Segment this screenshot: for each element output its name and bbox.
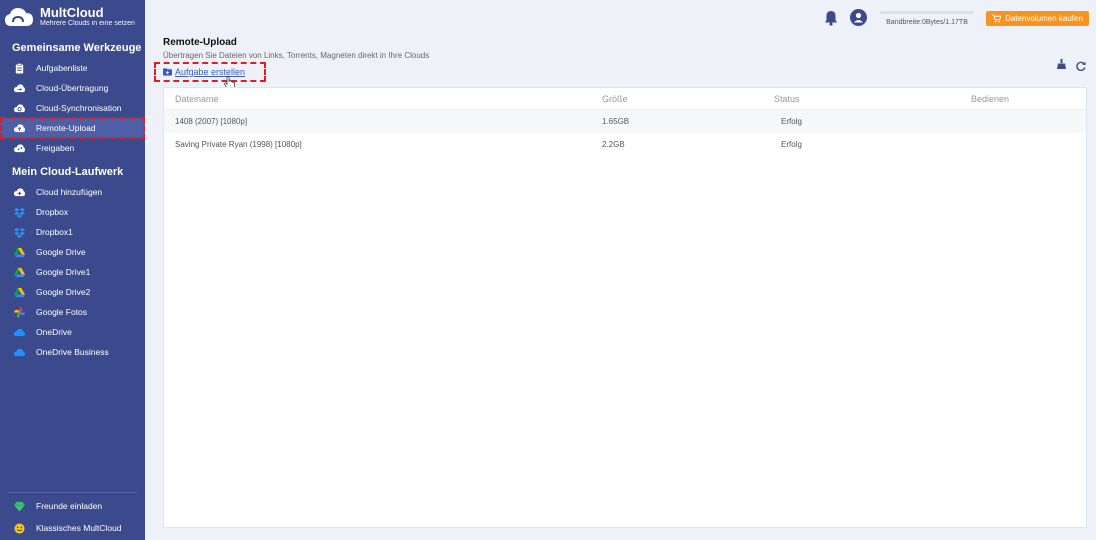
cloud-add-icon (13, 186, 25, 198)
sidebar-item-label: Cloud hinzufügen (36, 187, 103, 197)
sidebar-item-classic-multcloud[interactable]: Klassisches MultCloud (0, 518, 145, 538)
section-title-drive: Mein Cloud-Laufwerk (12, 166, 124, 178)
sidebar-item-cloud-add[interactable]: Cloud hinzufügen (0, 182, 145, 202)
sidebar-item-aufgabenliste[interactable]: Aufgabenliste (0, 58, 145, 78)
sidebar-item-label: Cloud-Synchronisation (36, 103, 122, 113)
sidebar-item-label: Google Drive (36, 247, 86, 257)
multcloud-logo-icon (4, 6, 34, 28)
diamond-icon (13, 500, 25, 512)
onedrive-icon (13, 346, 25, 358)
sidebar-item-onedrive-business[interactable]: OneDrive Business (0, 342, 145, 362)
col-header-size[interactable]: Größe (602, 94, 628, 104)
sidebar-item-label: Google Fotos (36, 307, 88, 317)
smiley-icon (13, 522, 25, 534)
sidebar-item-label: Remote-Upload (36, 123, 96, 133)
dropbox-icon (13, 206, 25, 218)
cloud-upload-icon (13, 122, 25, 134)
user-avatar-icon[interactable] (850, 9, 867, 31)
onedrive-icon (13, 326, 25, 338)
row-size: 1.65GB (602, 117, 630, 126)
sidebar-item-label: Dropbox (36, 207, 69, 217)
table-row[interactable]: 1408 (2007) [1080p] 1.65GB Erfolg (164, 110, 1086, 133)
sidebar-item-google-fotos[interactable]: Google Fotos (0, 302, 145, 322)
sidebar-item-google-drive[interactable]: Google Drive (0, 242, 145, 262)
sidebar-item-label: Google Drive1 (36, 267, 91, 277)
sidebar-item-label: Freunde einladen (36, 501, 103, 511)
sidebar-item-dropbox1[interactable]: Dropbox1 (0, 222, 145, 242)
google-drive-icon (13, 246, 25, 258)
sidebar-item-invite-friends[interactable]: Freunde einladen (0, 496, 145, 516)
row-status: Erfolg (781, 140, 802, 149)
sidebar-divider (8, 492, 137, 493)
col-header-status[interactable]: Status (774, 94, 800, 104)
sidebar-item-onedrive[interactable]: OneDrive (0, 322, 145, 342)
sidebar-item-label: Cloud-Übertragung (36, 83, 109, 93)
google-drive-icon (13, 286, 25, 298)
table-header: Dateiname Größe Status Bedienen (164, 88, 1086, 110)
row-size: 2.2GB (602, 140, 625, 149)
page-title: Remote-Upload (163, 37, 237, 48)
sidebar-item-label: Google Drive2 (36, 287, 91, 297)
google-drive-icon (13, 266, 25, 278)
row-filename: 1408 (2007) [1080p] (175, 117, 248, 126)
tasks-table: Dateiname Größe Status Bedienen 1408 (20… (163, 87, 1087, 528)
section-title-tools: Gemeinsame Werkzeuge (12, 42, 142, 54)
brand-name: MultCloud (40, 5, 104, 20)
sidebar-item-label: OneDrive (36, 327, 72, 337)
cloud-sync-icon (13, 102, 25, 114)
clean-icon[interactable] (1057, 56, 1066, 74)
col-header-filename[interactable]: Dateiname (175, 94, 219, 104)
sidebar-item-cloud-sync[interactable]: Cloud-Synchronisation (0, 98, 145, 118)
sidebar: MultCloud Mehrere Clouds in eine setzen … (0, 0, 145, 540)
row-status: Erfolg (781, 117, 802, 126)
col-header-actions: Bedienen (971, 93, 1010, 104)
brand-tagline: Mehrere Clouds in eine setzen (40, 20, 135, 27)
sidebar-item-label: Klassisches MultCloud (36, 523, 122, 533)
buy-button-label: Datenvolumen kaufen (1005, 14, 1083, 23)
sidebar-item-label: Aufgabenliste (36, 63, 88, 73)
buy-data-volume-button[interactable]: Datenvolumen kaufen (986, 11, 1089, 26)
sidebar-item-remote-upload[interactable]: Remote-Upload (0, 118, 145, 138)
bandwidth-bar (880, 11, 974, 14)
cloud-transfer-icon (13, 82, 25, 94)
bandwidth-text: Bandbreite:0Bytes/1.17TB (886, 19, 968, 26)
page-subtitle: Übertragen Sie Dateien von Links, Torren… (163, 51, 430, 60)
table-row[interactable]: Saving Private Ryan (1998) [1080p] 2.2GB… (164, 133, 1086, 156)
sidebar-item-google-drive2[interactable]: Google Drive2 (0, 282, 145, 302)
sidebar-item-google-drive1[interactable]: Google Drive1 (0, 262, 145, 282)
cart-icon (992, 14, 1002, 23)
brand[interactable]: MultCloud Mehrere Clouds in eine setzen (0, 0, 145, 34)
refresh-icon[interactable] (1076, 58, 1086, 76)
share-icon (13, 142, 25, 154)
sidebar-item-cloud-transfer[interactable]: Cloud-Übertragung (0, 78, 145, 98)
dropbox-icon (13, 226, 25, 238)
folder-add-icon (163, 68, 172, 76)
sidebar-item-dropbox[interactable]: Dropbox (0, 202, 145, 222)
sidebar-item-label: Dropbox1 (36, 227, 73, 237)
bandwidth-meter: Bandbreite:0Bytes/1.17TB (880, 11, 974, 26)
sidebar-item-label: OneDrive Business (36, 347, 109, 357)
sidebar-item-label: Freigaben (36, 143, 75, 153)
row-filename: Saving Private Ryan (1998) [1080p] (175, 140, 302, 149)
sidebar-item-freigaben[interactable]: Freigaben (0, 138, 145, 158)
bell-icon[interactable] (824, 10, 838, 31)
clipboard-icon (13, 62, 25, 74)
google-photos-icon (13, 306, 25, 318)
